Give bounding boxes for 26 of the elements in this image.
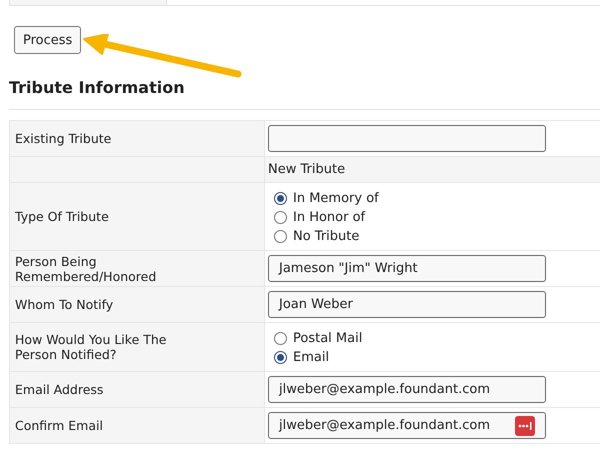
field-label: Existing Tribute bbox=[15, 131, 112, 146]
radio-button[interactable] bbox=[274, 332, 287, 345]
radio-label[interactable]: In Honor of bbox=[293, 208, 366, 227]
input-field[interactable]: Jameson "Jim" Wright bbox=[268, 255, 546, 282]
process-button[interactable]: Process bbox=[14, 26, 82, 54]
input-field[interactable]: Joan Weber bbox=[268, 291, 546, 318]
field-label: Confirm Email bbox=[15, 418, 103, 433]
radio-button[interactable] bbox=[274, 230, 287, 243]
radio-label[interactable]: In Memory of bbox=[293, 189, 379, 208]
field-label: Email Address bbox=[15, 382, 104, 397]
field-label: Person Being Remembered/Honored bbox=[15, 254, 158, 284]
subheading: New Tribute bbox=[268, 162, 346, 177]
section-heading: Tribute Information bbox=[9, 77, 186, 99]
radio-button[interactable] bbox=[274, 351, 287, 364]
radio-button[interactable] bbox=[274, 192, 287, 205]
field-label: How Would You Like The Person Notified? bbox=[15, 332, 168, 362]
radio-button[interactable] bbox=[274, 211, 287, 224]
input-field[interactable]: jlweber@example.foundant.com bbox=[268, 376, 546, 403]
input-field[interactable] bbox=[268, 125, 546, 152]
radio-label[interactable]: Email bbox=[293, 348, 330, 367]
radio-label[interactable]: Postal Mail bbox=[293, 329, 362, 348]
field-label: Type Of Tribute bbox=[15, 209, 109, 224]
input-field[interactable]: jlweber@example.foundant.com bbox=[268, 412, 546, 439]
radio-label[interactable]: No Tribute bbox=[293, 227, 360, 246]
password-manager-icon[interactable] bbox=[515, 416, 535, 436]
field-label: Whom To Notify bbox=[15, 297, 114, 312]
